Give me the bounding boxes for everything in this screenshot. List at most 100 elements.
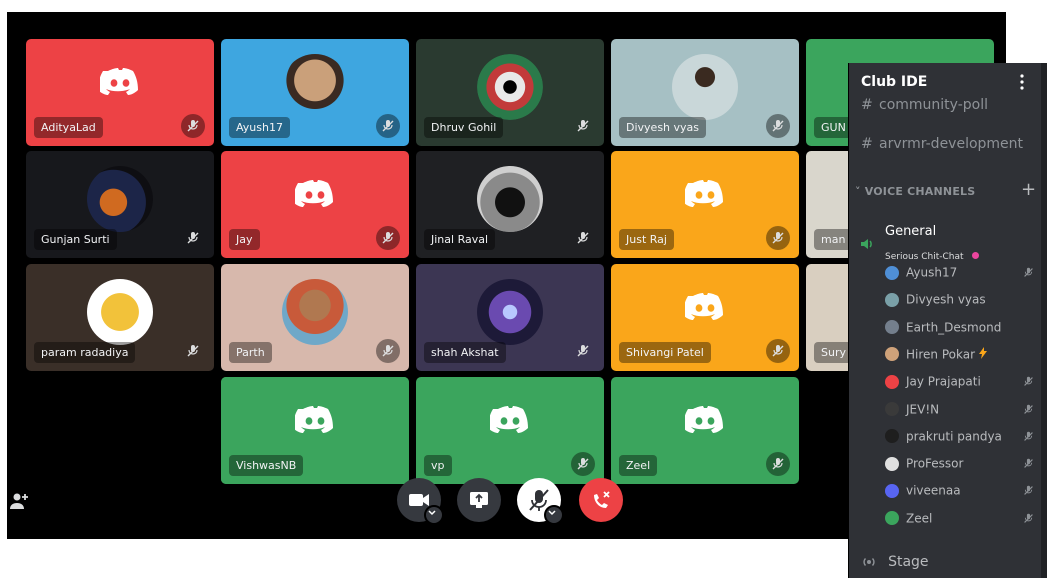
default-avatar-logo-icon [98, 67, 140, 101]
participant-tile[interactable]: Zeel [611, 377, 799, 484]
avatar [885, 511, 899, 526]
screen-share-button[interactable] [457, 478, 501, 522]
default-avatar-logo-icon [683, 405, 725, 439]
microphone-muted-icon [571, 452, 595, 476]
voice-user[interactable]: Divyesh vyas [885, 292, 986, 314]
avatar [885, 483, 899, 498]
participant-name: vp [424, 455, 452, 476]
microphone-muted-icon [1023, 267, 1034, 281]
voice-user[interactable]: viveenaa [885, 483, 1033, 505]
participant-tile[interactable]: vp [416, 377, 604, 484]
participant-name: Zeel [619, 455, 658, 476]
invite-button[interactable] [9, 490, 31, 512]
voice-user-name: Hiren Pokar [906, 347, 976, 362]
text-channel-community-poll[interactable]: # community-poll [861, 97, 988, 113]
mic-options-chevron[interactable] [544, 505, 564, 525]
microphone-muted-icon [181, 339, 205, 363]
voice-channel-general[interactable]: General Serious Chit-Chat [859, 224, 1039, 262]
participant-name: AdityaLad [34, 117, 103, 138]
participant-name: Just Raj [619, 229, 674, 250]
voice-user[interactable]: JEV!N [885, 402, 1033, 424]
avatar [885, 320, 899, 335]
camera-options-chevron[interactable] [424, 505, 444, 525]
microphone-muted-icon [571, 339, 595, 363]
voice-channels-category[interactable]: ˅ VOICE CHANNELS [855, 185, 975, 198]
participant-name: Jay [229, 229, 260, 250]
participant-tile[interactable]: shah Akshat [416, 264, 604, 371]
microphone-muted-icon [766, 226, 790, 250]
phone-hangup-icon [594, 491, 610, 508]
microphone-muted-icon [766, 339, 790, 363]
voice-user[interactable]: Zeel [885, 511, 1033, 533]
stage-channel[interactable]: Stage [861, 551, 929, 570]
participant-tile[interactable]: Divyesh vyas [611, 39, 799, 146]
voice-user[interactable]: Hiren Pokar [885, 346, 988, 369]
avatar [885, 347, 899, 362]
participant-name: GUN [814, 117, 853, 138]
participant-tile[interactable]: Jinal Raval [416, 151, 604, 258]
microphone-muted-icon [1023, 376, 1034, 390]
text-channel-arvrmr-development[interactable]: # arvrmr-development [861, 136, 1023, 152]
participant-name: VishwasNB [229, 455, 304, 476]
microphone-muted-icon [376, 226, 400, 250]
microphone-muted-icon [1023, 513, 1034, 527]
voice-user[interactable]: ProFessor [885, 456, 1033, 478]
mute-button[interactable] [517, 478, 564, 525]
participant-name: Parth [229, 342, 272, 363]
screen-share-icon [470, 492, 488, 508]
voice-user[interactable]: Jay Prajapati [885, 374, 1033, 396]
voice-user-name: Earth_Desmond [906, 320, 1002, 335]
voice-user-name: JEV!N [906, 402, 940, 416]
participant-tile[interactable]: Dhruv Gohil [416, 39, 604, 146]
voice-user[interactable]: Earth_Desmond [885, 320, 1001, 342]
avatar [477, 166, 543, 233]
disconnect-button[interactable] [579, 478, 623, 522]
avatar [885, 456, 899, 471]
microphone-muted-icon [1023, 404, 1034, 418]
camera-button[interactable] [397, 478, 444, 525]
participant-tile[interactable]: AdityaLad [26, 39, 214, 146]
avatar [885, 265, 899, 280]
default-avatar-logo-icon [683, 292, 725, 326]
participant-tile[interactable]: param radadiya [26, 264, 214, 371]
voice-channel-topic: Serious Chit-Chat [885, 252, 964, 262]
microphone-muted-icon [1023, 431, 1034, 445]
participant-name: man [814, 229, 853, 250]
speaker-icon [861, 239, 872, 249]
avatar [282, 279, 348, 346]
microphone-muted-icon [376, 114, 400, 138]
voice-user-name: Divyesh vyas [906, 292, 986, 307]
default-avatar-logo-icon [488, 405, 530, 439]
voice-user[interactable]: Ayush17 [885, 265, 1033, 287]
voice-user-name: ProFessor [906, 456, 964, 471]
participant-tile[interactable]: Ayush17 [221, 39, 409, 146]
participant-tile[interactable]: Parth [221, 264, 409, 371]
participant-tile[interactable]: Just Raj [611, 151, 799, 258]
participant-tile[interactable]: Gunjan Surti [26, 151, 214, 258]
microphone-muted-icon [1023, 458, 1034, 472]
microphone-muted-icon [571, 226, 595, 250]
participant-tile[interactable]: VishwasNB [221, 377, 409, 484]
hash-icon: # [861, 136, 873, 152]
voice-user[interactable]: prakruti pandya [885, 429, 1033, 451]
sidebar-scrollbar[interactable] [1041, 63, 1047, 578]
participant-name: Jinal Raval [424, 229, 496, 250]
voice-user-name: Zeel [906, 511, 933, 526]
server-channel-sidebar: Club IDE # community-poll # arvrmr-develop… [848, 63, 1047, 578]
default-avatar-logo-icon [683, 179, 725, 213]
collapse-chevron-icon: ˅ [855, 185, 861, 198]
participant-name: Gunjan Surti [34, 229, 117, 250]
avatar [87, 166, 153, 233]
participant-tile[interactable]: Jay [221, 151, 409, 258]
hash-icon: # [861, 97, 873, 113]
avatar [885, 374, 899, 389]
participant-tile[interactable]: Shivangi Patel [611, 264, 799, 371]
vertical-dots-icon[interactable] [1019, 74, 1025, 90]
voice-channel-name: General [885, 224, 937, 239]
microphone-muted-icon [571, 114, 595, 138]
plus-icon[interactable]: + [1021, 179, 1036, 200]
server-header[interactable]: Club IDE [849, 63, 1047, 101]
microphone-muted-icon [766, 114, 790, 138]
stage-icon [863, 557, 875, 566]
avatar [885, 429, 899, 444]
